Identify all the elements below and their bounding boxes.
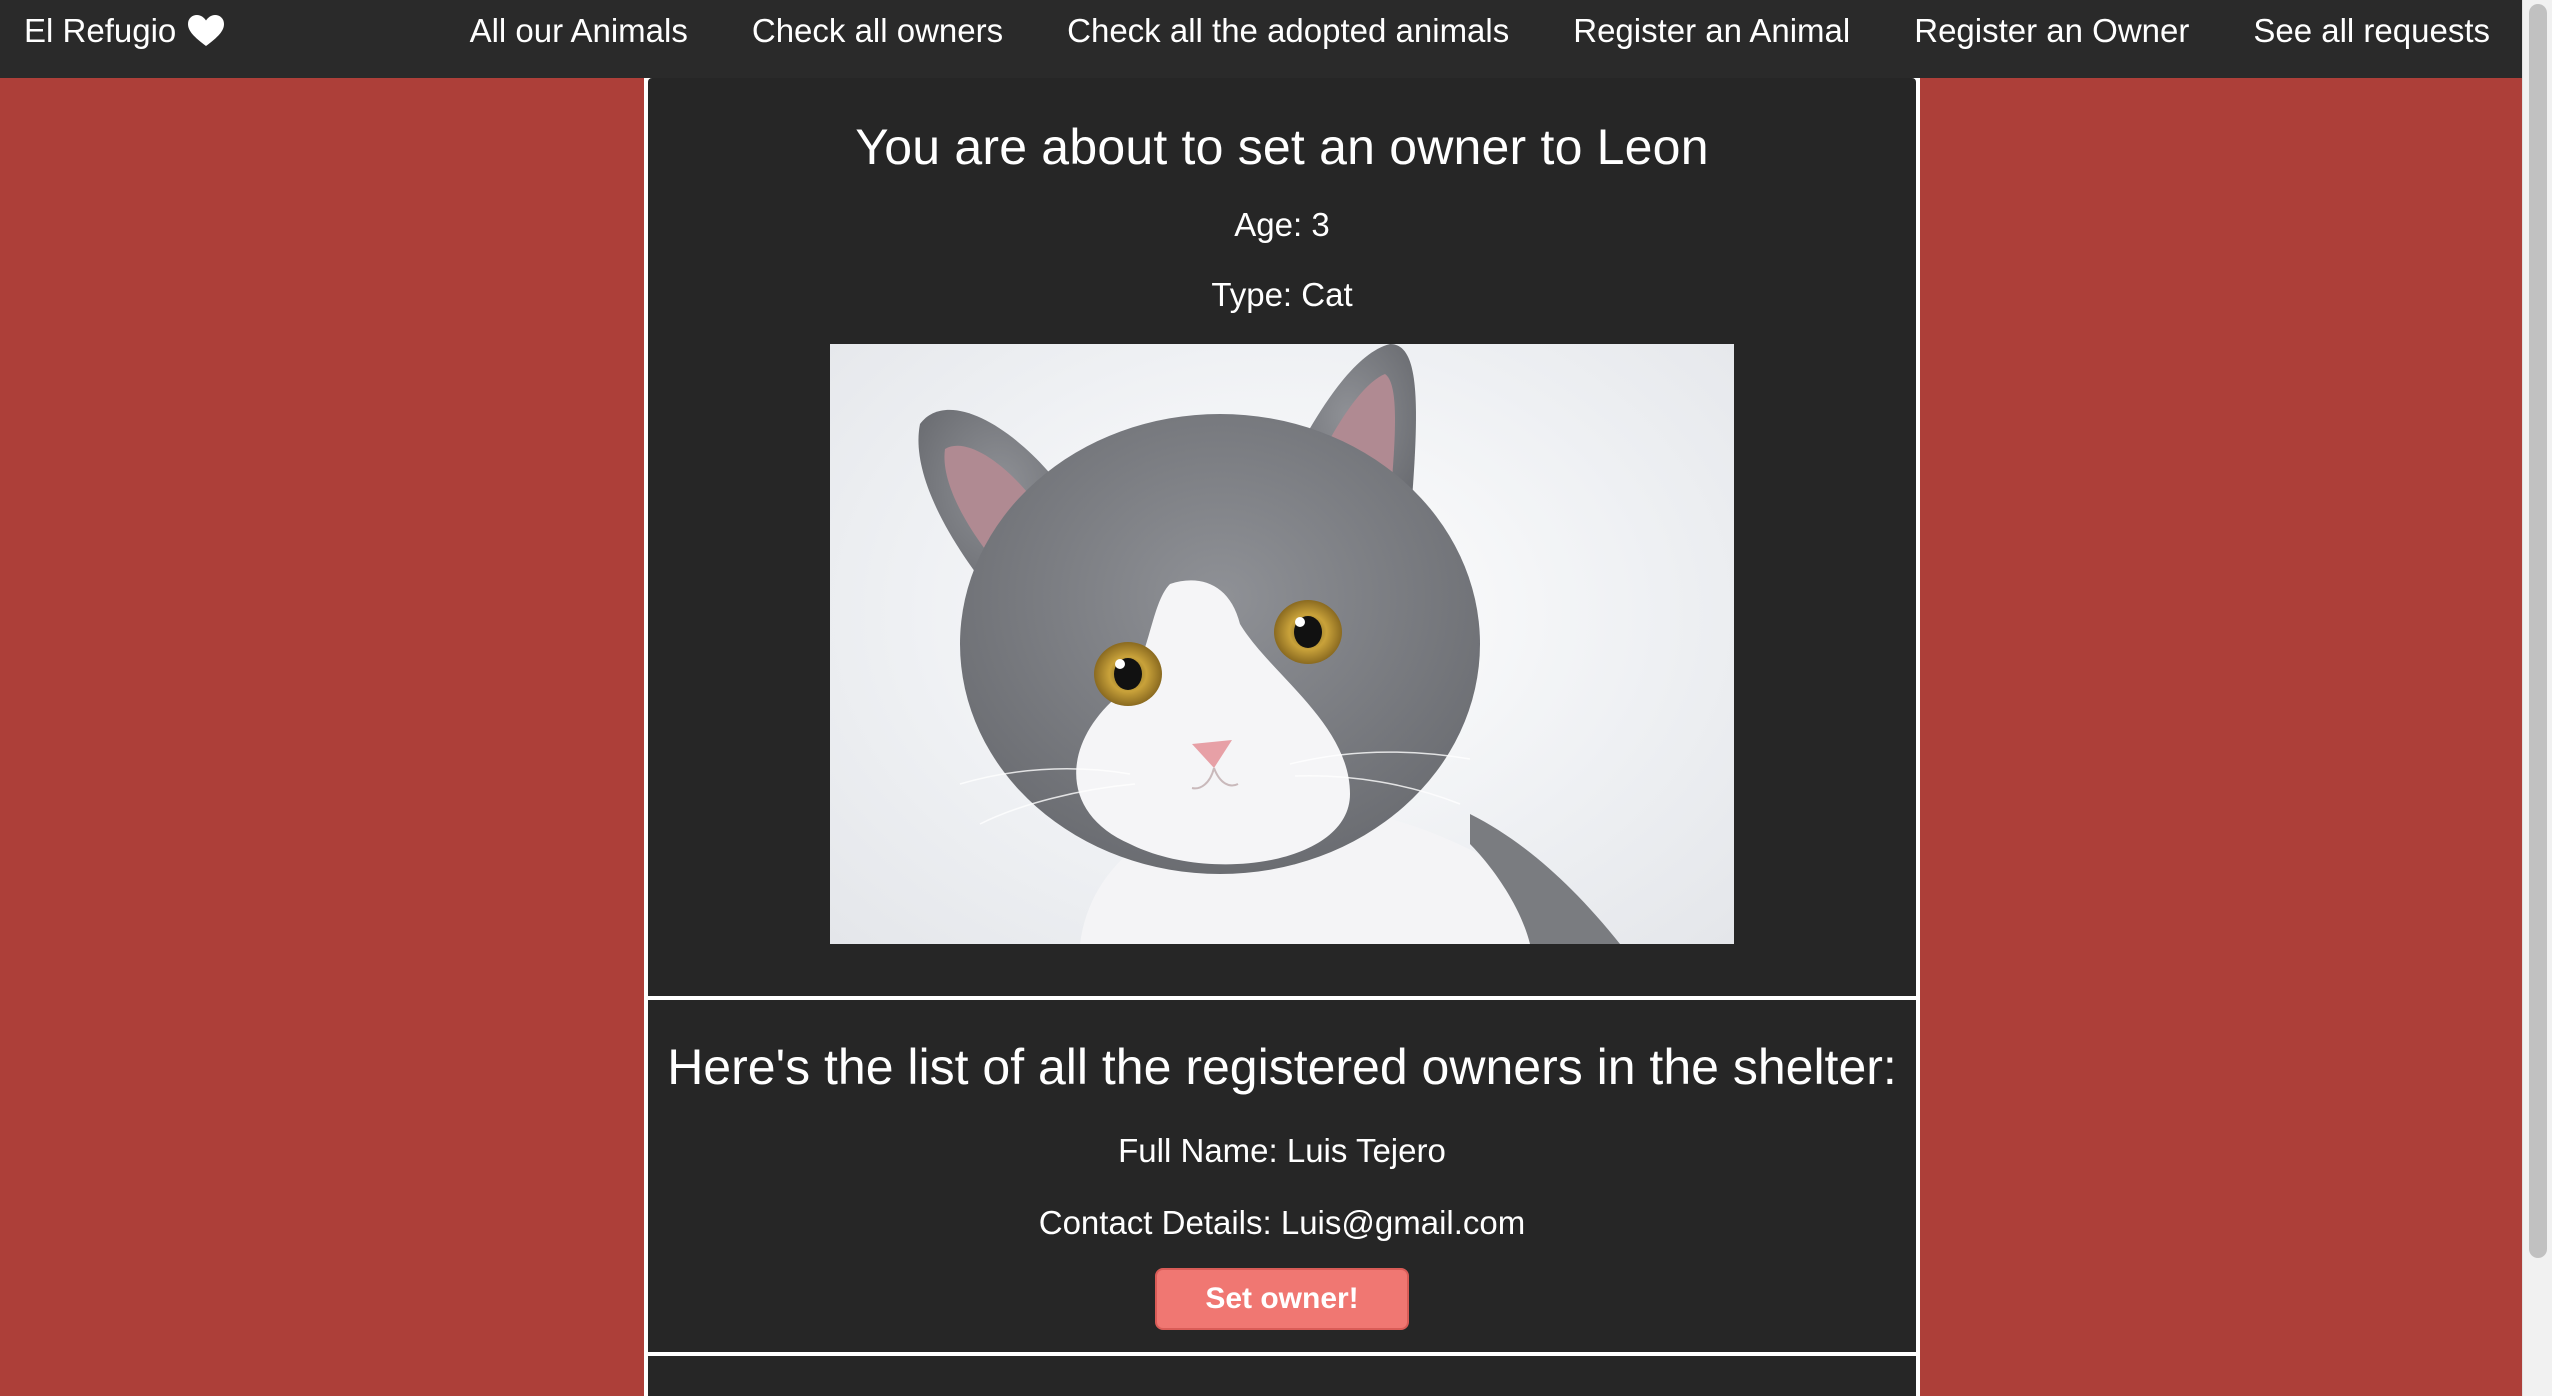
top-navbar: El Refugio All our Animals Check all own… — [0, 0, 2522, 78]
animal-photo — [830, 344, 1734, 944]
nav-see-requests[interactable]: See all requests — [2253, 12, 2490, 50]
owners-heading: Here's the list of all the registered ow… — [667, 1039, 1897, 1095]
nav-register-owner[interactable]: Register an Owner — [1914, 12, 2189, 50]
animal-card: You are about to set an owner to Leon Ag… — [648, 78, 1916, 996]
animal-heading: You are about to set an owner to Leon — [855, 119, 1709, 175]
vertical-scrollbar[interactable] — [2522, 0, 2552, 1396]
cat-illustration — [918, 344, 1620, 944]
owner-contact: Contact Details: Luis@gmail.com — [1038, 1204, 1526, 1241]
animal-age: Age: 3 — [1234, 206, 1330, 243]
brand-name: El Refugio — [24, 12, 177, 49]
set-owner-button[interactable]: Set owner! — [1155, 1268, 1409, 1330]
brand-link[interactable]: El Refugio — [24, 0, 225, 62]
nav-adopted-animals[interactable]: Check all the adopted animals — [1067, 12, 1509, 50]
nav-all-owners[interactable]: Check all owners — [752, 12, 1003, 50]
nav-links: All our Animals Check all owners Check a… — [470, 0, 2490, 62]
nav-register-animal[interactable]: Register an Animal — [1573, 12, 1850, 50]
owner-full-name: Full Name: Luis Tejero — [1118, 1132, 1446, 1169]
scrollbar-thumb[interactable] — [2529, 4, 2547, 1258]
animal-type: Type: Cat — [1211, 276, 1353, 313]
heart-icon — [188, 15, 225, 46]
owners-card: Here's the list of all the registered ow… — [648, 1000, 1916, 1352]
content-column: You are about to set an owner to Leon Ag… — [644, 78, 1920, 1396]
nav-all-animals[interactable]: All our Animals — [470, 12, 688, 50]
next-owner-card — [648, 1356, 1916, 1396]
owner-item: Full Name: Luis Tejero Contact Details: … — [648, 1132, 1916, 1330]
